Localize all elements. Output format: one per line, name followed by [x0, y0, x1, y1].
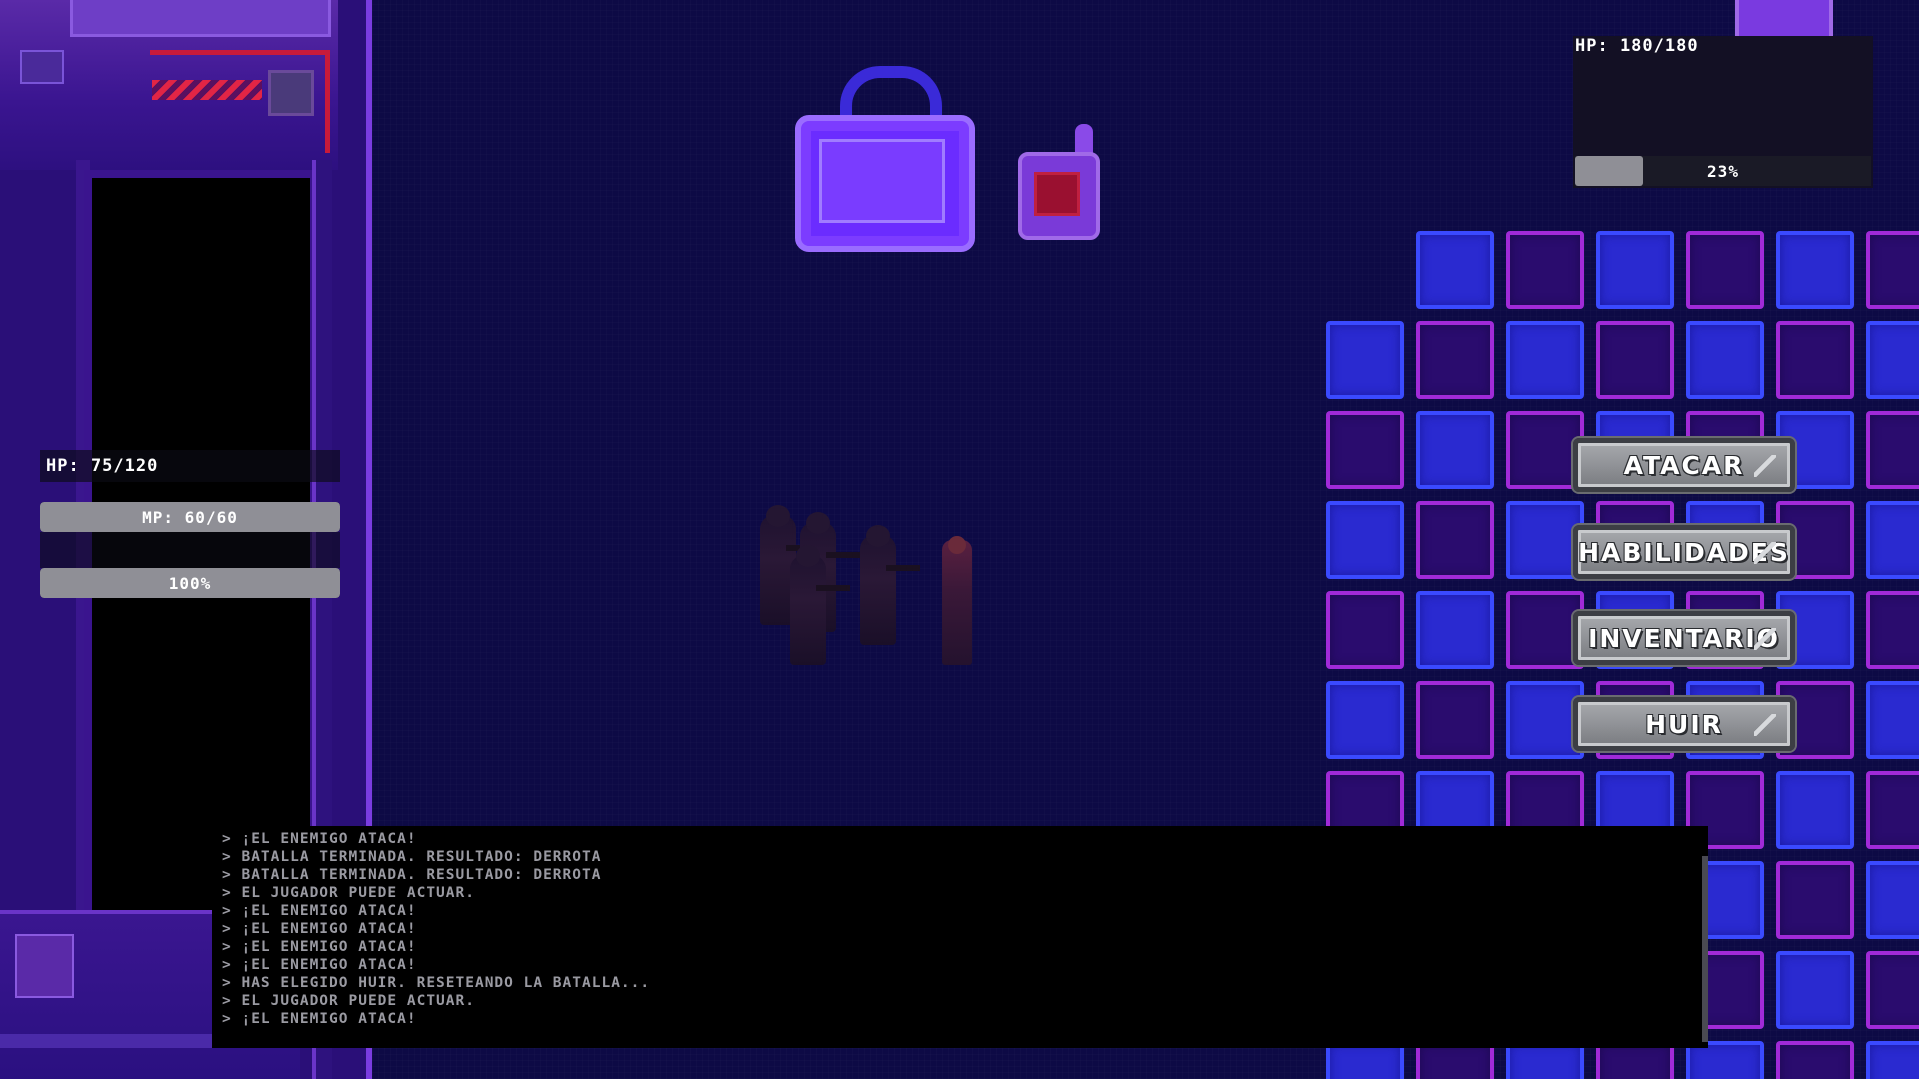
- floor-tile: [1866, 1041, 1919, 1079]
- enemy-hp-text: HP: 180/180: [1575, 36, 1699, 56]
- floor-tile: [1776, 321, 1854, 399]
- enemy-charge-text: 23%: [1707, 161, 1739, 181]
- floor-tile: [1776, 861, 1854, 939]
- floor-tile: [1506, 231, 1584, 309]
- inventory-button[interactable]: INVENTARIO: [1573, 611, 1795, 665]
- log-line: > ¡EL ENEMIGO ATACA!: [222, 831, 417, 847]
- floor-tile: [1866, 321, 1919, 399]
- floor-tile: [1326, 231, 1404, 309]
- wall-top-structure: [0, 0, 344, 170]
- player-charge-text: 100%: [168, 573, 212, 593]
- log-line: > EL JUGADOR PUEDE ACTUAR.: [222, 885, 475, 901]
- floor-tile: [1686, 321, 1764, 399]
- flee-button[interactable]: HUIR: [1573, 697, 1795, 751]
- floor-tile: [1416, 411, 1494, 489]
- log-line: > BATALLA TERMINADA. RESULTADO: DERROTA: [222, 849, 602, 865]
- log-line: > ¡EL ENEMIGO ATACA!: [222, 921, 417, 937]
- enemy-soldier: [860, 525, 920, 645]
- radio-screen: [1034, 172, 1080, 216]
- floor-tile: [1776, 771, 1854, 849]
- floor-tile: [1866, 771, 1919, 849]
- log-line: > ¡EL ENEMIGO ATACA!: [222, 939, 417, 955]
- log-line: > ¡EL ENEMIGO ATACA!: [222, 957, 417, 973]
- wall-tile: [268, 70, 314, 116]
- floor-tile: [1326, 591, 1404, 669]
- floor-tile: [1776, 1041, 1854, 1079]
- skills-button[interactable]: HABILIDADES: [1573, 525, 1795, 579]
- floor-tile: [1866, 681, 1919, 759]
- floor-tile: [1416, 681, 1494, 759]
- floor-tile: [1866, 861, 1919, 939]
- player-hp-text: HP: 75/120: [46, 456, 159, 476]
- log-line: > BATALLA TERMINADA. RESULTADO: DERROTA: [222, 867, 602, 883]
- player-mp-bar: MP: 60/60: [40, 502, 340, 532]
- enemy-charge-bar: 23%: [1575, 156, 1871, 186]
- floor-tile: [1326, 681, 1404, 759]
- player-hp-row: HP: 75/120: [40, 450, 340, 482]
- radio-prop: [1018, 152, 1100, 240]
- player-character: [942, 536, 972, 665]
- floor-tile: [1596, 231, 1674, 309]
- floor-tile: [1416, 501, 1494, 579]
- floor-tile: [1776, 951, 1854, 1029]
- enemy-soldier: [790, 545, 850, 665]
- floor-tile: [1506, 321, 1584, 399]
- log-line: > EL JUGADOR PUEDE ACTUAR.: [222, 993, 475, 1009]
- floor-tile: [1866, 951, 1919, 1029]
- floor-tile: [1326, 321, 1404, 399]
- log-line: > HAS ELEGIDO HUIR. RESETEANDO LA BATALL…: [222, 975, 651, 991]
- log-line: > ¡EL ENEMIGO ATACA!: [222, 1011, 417, 1027]
- wall-block: [15, 934, 74, 998]
- floor-tile: [1416, 321, 1494, 399]
- player-panel-gap: [40, 532, 340, 568]
- hazard-stripes: [152, 80, 262, 100]
- floor-tile: [1416, 591, 1494, 669]
- floor-tile: [1866, 591, 1919, 669]
- floor-tile: [1326, 411, 1404, 489]
- enemy-stats-panel: HP: 180/180 23%: [1573, 36, 1873, 188]
- floor-tile: [1596, 321, 1674, 399]
- floor-tile: [1866, 501, 1919, 579]
- player-mp-text: MP: 60/60: [142, 507, 238, 527]
- player-charge-bar: 100%: [40, 568, 340, 598]
- wall-cap: [70, 0, 331, 37]
- floor-tile: [1776, 231, 1854, 309]
- attack-button[interactable]: ATACAR: [1573, 438, 1795, 492]
- floor-tile: [1866, 411, 1919, 489]
- player-stats-panel: HP: 75/120 MP: 60/60 100%: [40, 450, 340, 600]
- battle-log: > ¡EL ENEMIGO ATACA! > BATALLA TERMINADA…: [212, 826, 1708, 1048]
- bag-prop: [795, 115, 975, 252]
- wall-panel: [20, 50, 64, 84]
- floor-tile: [1326, 501, 1404, 579]
- log-line: > ¡EL ENEMIGO ATACA!: [222, 903, 417, 919]
- log-scrollbar[interactable]: [1702, 856, 1708, 1042]
- floor-tile: [1686, 231, 1764, 309]
- bag-window: [819, 139, 945, 223]
- floor-tile: [1866, 231, 1919, 309]
- floor-tile: [1416, 231, 1494, 309]
